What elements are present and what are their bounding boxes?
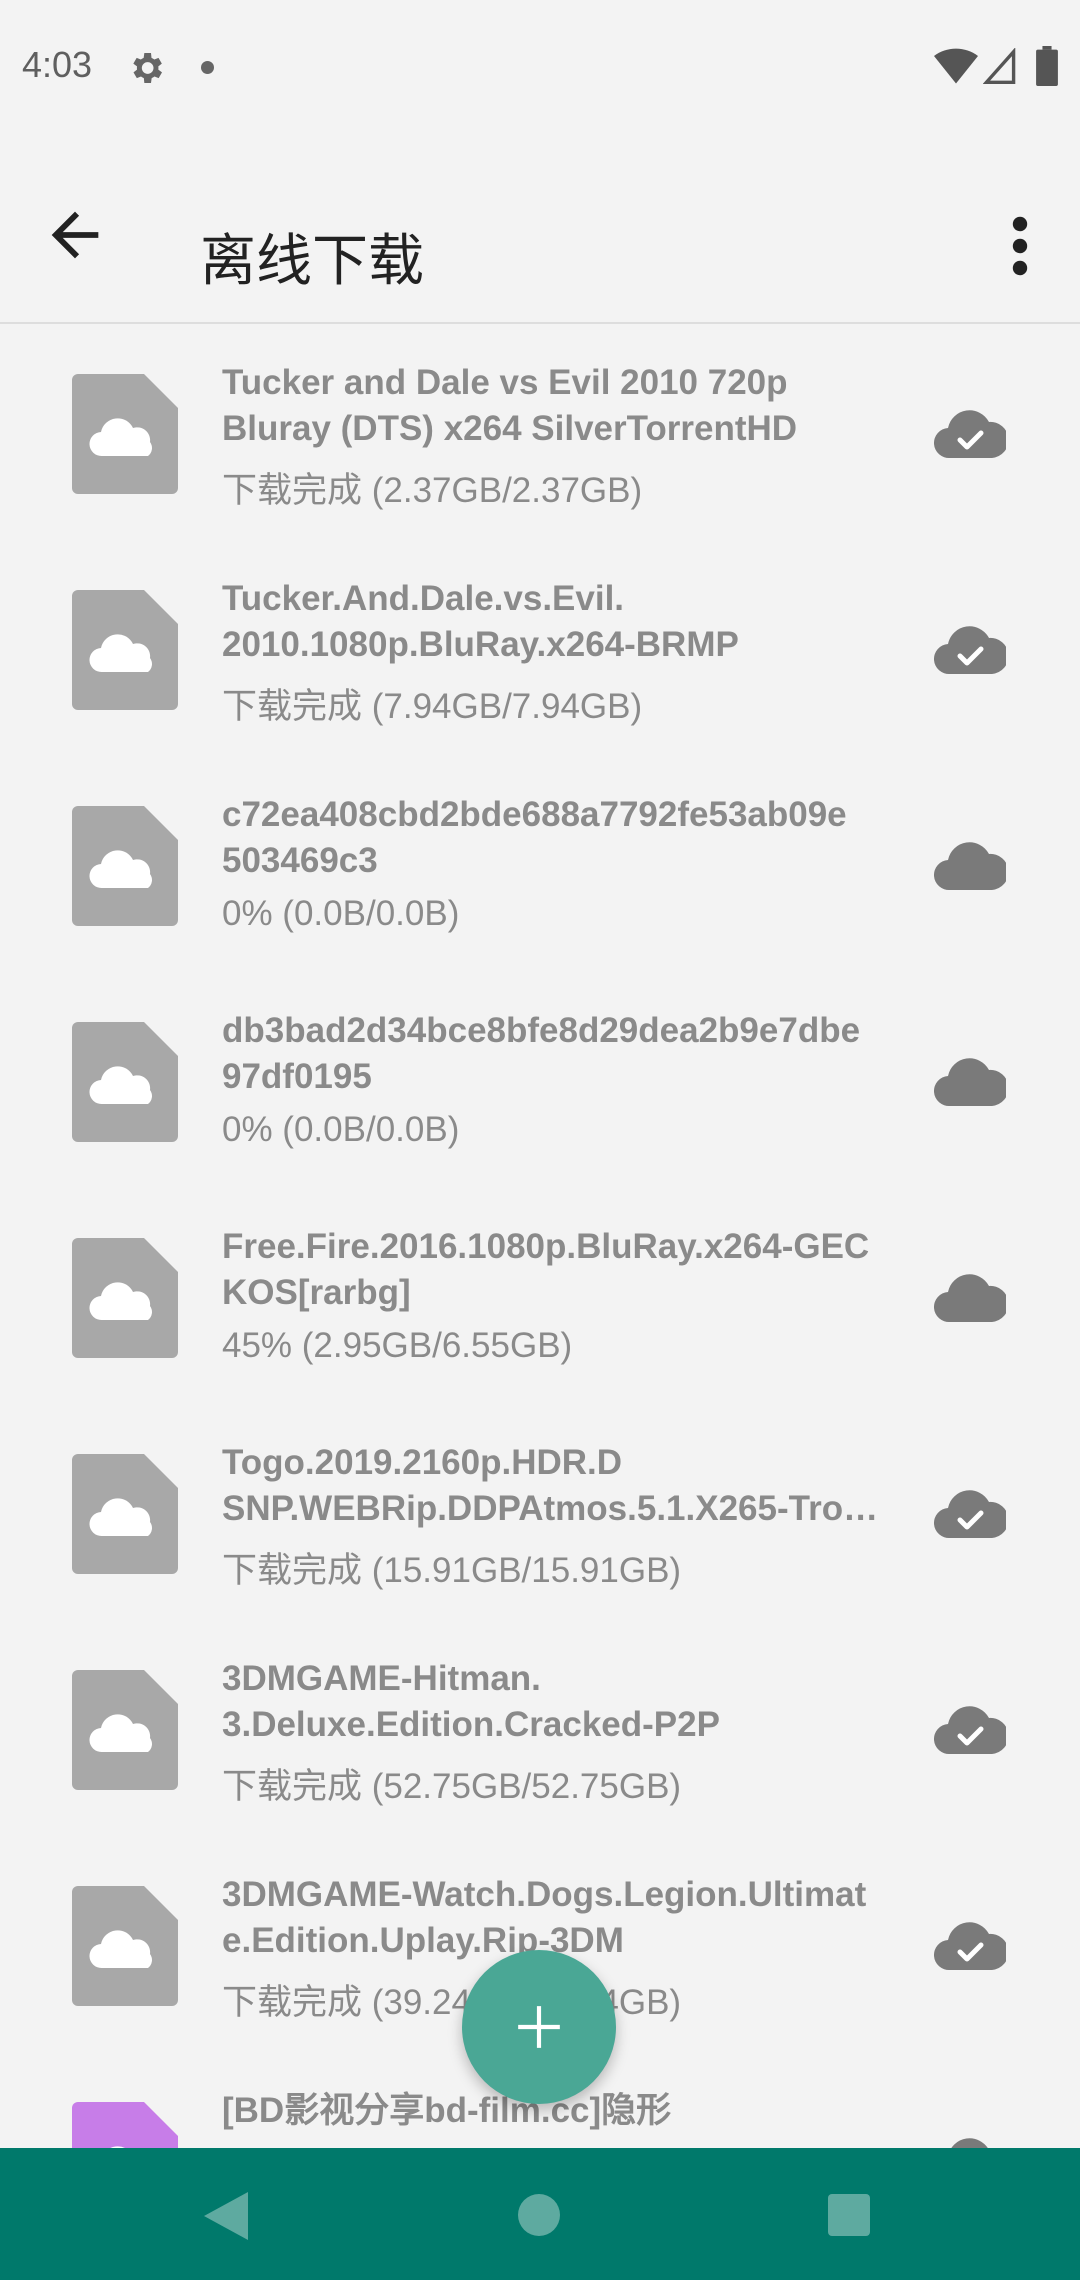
arrow-left-icon[interactable] xyxy=(40,200,110,270)
wifi-icon xyxy=(934,48,978,84)
status-bar: 4:03 xyxy=(0,0,1080,140)
item-name-line: Tucker and Dale vs Evil 2010 720p xyxy=(222,363,788,402)
file-cloud-icon xyxy=(72,1022,178,1142)
nav-recents-icon[interactable] xyxy=(828,2194,870,2236)
cloud-done-icon[interactable] xyxy=(934,1922,1006,1972)
file-cloud-icon xyxy=(72,590,178,710)
item-status: 0% (0.0B/0.0B) xyxy=(222,1110,460,1149)
battery-icon xyxy=(1036,46,1058,86)
cloud-done-icon[interactable] xyxy=(934,1706,1006,1756)
signal-icon xyxy=(983,48,1016,84)
item-status: 下载完成 (2.37GB/2.37GB) xyxy=(222,471,643,510)
item-name: db3bad2d34bce8bfe8d29dea2b9e7dbe 97df0195 xyxy=(222,1008,912,1100)
item-name-line: Tucker.And.Dale.vs.Evil. xyxy=(222,579,625,618)
file-cloud-icon xyxy=(72,806,178,926)
item-name-line: c72ea408cbd2bde688a7792fe53ab09e xyxy=(222,795,847,834)
item-status: 45% (2.95GB/6.55GB) xyxy=(222,1326,573,1365)
item-name-line: Free.Fire.2016.1080p.BluRay.x264-GEC xyxy=(222,1227,870,1266)
list-item[interactable]: 3DMGAME-Hitman. 3.Deluxe.Edition.Cracked-… xyxy=(0,1622,1080,1838)
item-name: 3DMGAME-Hitman. 3.Deluxe.Edition.Cracked-… xyxy=(222,1656,912,1748)
nav-home-icon[interactable] xyxy=(518,2194,560,2236)
cloud-done-icon[interactable] xyxy=(934,410,1006,460)
file-cloud-icon xyxy=(72,2102,178,2148)
item-status: 0% (0.0B/0.0B) xyxy=(222,894,460,933)
file-cloud-icon xyxy=(72,1670,178,1790)
settings-gear-icon xyxy=(133,53,162,83)
nav-back-icon[interactable] xyxy=(204,2192,248,2240)
item-status: 下载完成 (7.94GB/7.94GB) xyxy=(222,687,643,726)
plus-icon xyxy=(518,2006,560,2048)
item-name: c72ea408cbd2bde688a7792fe53ab09e 503469c3 xyxy=(222,792,912,884)
item-name-line: db3bad2d34bce8bfe8d29dea2b9e7dbe xyxy=(222,1011,861,1050)
item-name-line: 2010.1080p.BluRay.x264-BRMP xyxy=(222,625,739,664)
more-vert-icon[interactable] xyxy=(1000,216,1040,276)
item-name-line: 3.Deluxe.Edition.Cracked-P2P xyxy=(222,1705,720,1744)
list-item[interactable]: Togo.2019.2160p.HDR.D SNP.WEBRip.DDPAtmos… xyxy=(0,1406,1080,1622)
app-bar xyxy=(0,140,1080,324)
cloud-done-icon[interactable] xyxy=(934,626,1006,676)
cloud-icon[interactable] xyxy=(934,1058,1006,1108)
cloud-icon[interactable] xyxy=(934,842,1006,892)
item-name: Free.Fire.2016.1080p.BluRay.x264-GEC KOS[… xyxy=(222,1224,912,1316)
page-title: 离线下载 xyxy=(200,229,424,294)
item-name: Tucker.And.Dale.vs.Evil. 2010.1080p.BluRa… xyxy=(222,576,912,668)
list-item[interactable]: Tucker.And.Dale.vs.Evil. 2010.1080p.BluRa… xyxy=(0,542,1080,758)
item-name-line: KOS[rarbg] xyxy=(222,1273,411,1312)
add-download-button[interactable] xyxy=(462,1950,616,2104)
item-name-line: Togo.2019.2160p.HDR.D xyxy=(222,1443,623,1482)
item-name-line: 97df0195 xyxy=(222,1057,372,1096)
file-cloud-icon xyxy=(72,1454,178,1574)
file-cloud-icon xyxy=(72,374,178,494)
item-name-line: SNP.WEBRip.DDPAtmos.5.1.X265-Tro… xyxy=(222,1489,879,1528)
download-list: Tucker and Dale vs Evil 2010 720p Bluray … xyxy=(0,326,1080,2148)
list-item[interactable]: c72ea408cbd2bde688a7792fe53ab09e 503469c3… xyxy=(0,758,1080,974)
file-cloud-icon xyxy=(72,1238,178,1358)
item-name-line: 503469c3 xyxy=(222,841,378,880)
status-time: 4:03 xyxy=(22,44,93,85)
list-item[interactable]: Free.Fire.2016.1080p.BluRay.x264-GEC KOS[… xyxy=(0,1190,1080,1406)
list-item[interactable]: Tucker and Dale vs Evil 2010 720p Bluray … xyxy=(0,326,1080,542)
item-name-line: 3DMGAME-Watch.Dogs.Legion.Ultimat xyxy=(222,1875,867,1914)
item-name: 3DMGAME-Watch.Dogs.Legion.Ultimat e.Editi… xyxy=(222,1872,912,1964)
cloud-icon[interactable] xyxy=(934,1274,1006,1324)
list-item[interactable]: db3bad2d34bce8bfe8d29dea2b9e7dbe 97df0195… xyxy=(0,974,1080,1190)
item-name: Togo.2019.2160p.HDR.D SNP.WEBRip.DDPAtmos… xyxy=(222,1440,912,1532)
cloud-done-icon[interactable] xyxy=(934,2138,1006,2148)
item-name-line: 3DMGAME-Hitman. xyxy=(222,1659,541,1698)
item-name-line: Bluray (DTS) x264 SilverTorrentHD xyxy=(222,409,798,448)
item-status: 下载完成 (15.91GB/15.91GB) xyxy=(222,1551,682,1590)
cloud-done-icon[interactable] xyxy=(934,1490,1006,1540)
file-cloud-icon xyxy=(72,1886,178,2006)
item-status: 下载完成 (52.75GB/52.75GB) xyxy=(222,1767,682,1806)
notification-dot-icon xyxy=(201,61,214,74)
item-name: Tucker and Dale vs Evil 2010 720p Bluray … xyxy=(222,360,912,452)
